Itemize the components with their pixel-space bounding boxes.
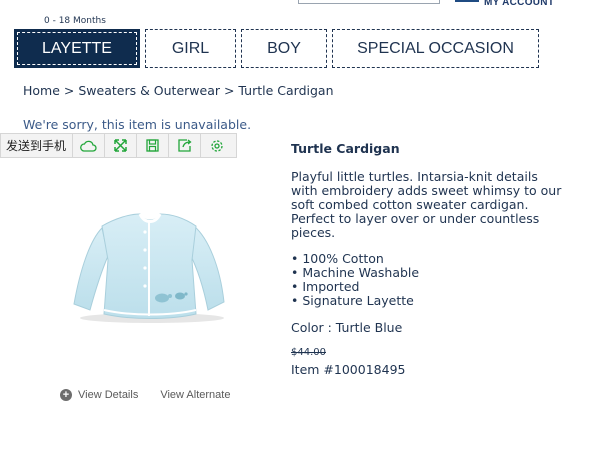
product-color: Color : Turtle Blue [291,320,403,335]
search-input[interactable] [298,0,440,4]
plus-circle-icon[interactable]: + [60,389,72,401]
tab-boy[interactable]: BOY [241,29,327,68]
tab-girl[interactable]: GIRL [145,29,236,68]
save-button[interactable] [136,134,168,157]
cardigan-image [73,213,225,323]
search-go-button[interactable] [455,0,479,2]
product-title: Turtle Cardigan [291,141,400,156]
tab-layette[interactable]: LAYETTE [14,29,140,68]
feature-item: 100% Cotton [291,252,419,266]
tab-label: SPECIAL OCCASION [357,39,514,57]
feature-item: Signature Layette [291,294,419,308]
breadcrumb-category[interactable]: Sweaters & Outerwear [78,83,220,98]
breadcrumb-home[interactable]: Home [23,83,60,98]
settings-icon [210,139,223,152]
cloud-button[interactable] [72,134,104,157]
share-toolbar: 发送到手机 [0,133,237,158]
my-account-link[interactable]: MY ACCOUNT [484,0,554,8]
send-to-phone-button[interactable]: 发送到手机 [1,137,72,154]
tab-label: GIRL [171,39,210,57]
view-alternate-link[interactable]: View Alternate [160,389,230,401]
tab-label: BOY [267,39,301,57]
age-range-label: 0 - 18 Months [44,16,106,26]
feature-item: Imported [291,280,419,294]
cloud-icon [80,140,97,152]
image-links: + View Details View Alternate [60,389,230,401]
breadcrumb-current[interactable]: Turtle Cardigan [238,83,333,98]
breadcrumb-separator: > [59,83,79,98]
expand-icon [114,139,127,152]
expand-button[interactable] [104,134,136,157]
share-button[interactable] [168,134,200,157]
unavailable-notice: We're sorry, this item is unavailable. [23,117,252,132]
breadcrumb: Home > Sweaters & Outerwear > Turtle Car… [23,83,334,98]
original-price: $44.00 [291,347,326,358]
product-image[interactable] [60,200,240,325]
tab-label: LAYETTE [42,39,112,57]
share-icon [177,139,192,152]
settings-button[interactable] [200,134,232,157]
feature-list: 100% Cotton Machine Washable Imported Si… [291,252,419,308]
breadcrumb-separator: > [220,83,239,98]
product-description: Playful little turtles. Intarsia-knit de… [291,169,562,240]
item-number: Item #100018495 [291,362,406,377]
view-details-link[interactable]: View Details [78,389,138,401]
feature-item: Machine Washable [291,266,419,280]
tab-special-occasion[interactable]: SPECIAL OCCASION [332,29,539,68]
save-icon [146,139,159,152]
